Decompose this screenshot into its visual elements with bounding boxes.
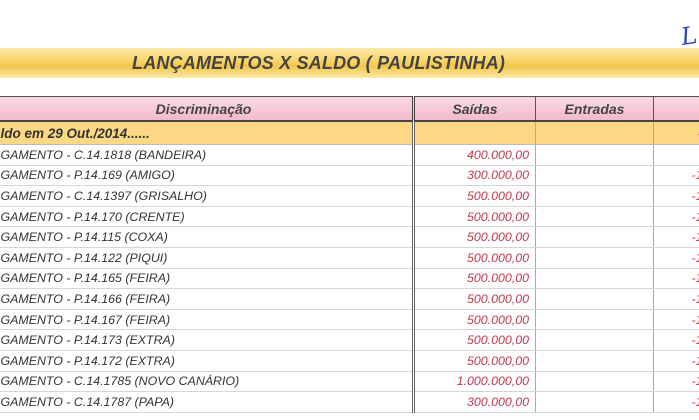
row-saidas: 1.000.000,00 <box>413 371 536 393</box>
row-extra: -1 <box>653 329 699 351</box>
table-row: GAMENTO - P.14.169 (AMIGO)300.000,00 -1 <box>0 165 699 187</box>
row-description: GAMENTO - C.14.1818 (BANDEIRA) <box>0 144 415 166</box>
row-extra: -1 <box>653 371 699 393</box>
row-saidas: 300.000,00 <box>413 165 536 187</box>
row-entradas <box>535 371 654 393</box>
table-row: GAMENTO - P.14.170 (CRENTE)500.000,00 -1 <box>0 206 699 228</box>
row-extra: -1 <box>653 268 699 290</box>
row-extra: -1 <box>653 288 699 310</box>
row-description: GAMENTO - P.14.169 (AMIGO) <box>0 165 415 187</box>
row-saidas: 500.000,00 <box>413 268 536 290</box>
row-saidas: 300.000,00 <box>413 391 536 413</box>
row-saidas: 500.000,00 <box>413 247 536 269</box>
row-extra: -1 <box>653 247 699 269</box>
table-header-row: Discriminação Saídas Entradas <box>0 96 699 122</box>
row-description: GAMENTO - C.14.1787 (PAPA) <box>0 391 415 413</box>
table-row: GAMENTO - P.14.165 (FEIRA)500.000,00 -1 <box>0 268 699 290</box>
row-entradas <box>535 268 654 290</box>
row-extra: -1 <box>653 309 699 331</box>
row-extra: -1 <box>653 206 699 228</box>
row-entradas <box>535 185 654 207</box>
row-description: GAMENTO - P.14.173 (EXTRA) <box>0 329 415 351</box>
handwritten-mark: L <box>679 21 699 51</box>
saldo-saidas <box>413 121 536 145</box>
row-saidas: 500.000,00 <box>413 350 536 372</box>
row-entradas <box>535 329 654 351</box>
page-title: LANÇAMENTOS X SALDO ( PAULISTINHA) <box>132 53 506 73</box>
row-entradas <box>535 226 654 248</box>
row-saidas: 400.000,00 <box>413 144 536 166</box>
saldo-label: ldo em 29 Out./2014...... <box>0 121 415 145</box>
row-description: GAMENTO - P.14.165 (FEIRA) <box>0 268 415 290</box>
row-entradas <box>535 247 654 269</box>
row-description: GAMENTO - P.14.172 (EXTRA) <box>0 350 415 372</box>
header-saidas: Saídas <box>413 96 536 122</box>
table-row: GAMENTO - C.14.1785 (NOVO CANÁRIO) 1.000.… <box>0 371 699 393</box>
table-row: GAMENTO - P.14.122 (PIQUI)500.000,00 -1 <box>0 247 699 269</box>
row-description: GAMENTO - P.14.122 (PIQUI) <box>0 247 415 269</box>
header-discriminacao: Discriminação <box>0 96 415 122</box>
row-entradas <box>535 165 654 187</box>
table-row: GAMENTO - P.14.173 (EXTRA)500.000,00 -1 <box>0 329 699 351</box>
row-saidas: 500.000,00 <box>413 185 536 207</box>
header-saldo <box>653 96 699 122</box>
row-description: GAMENTO - C.14.1785 (NOVO CANÁRIO) <box>0 371 415 393</box>
table-row: GAMENTO - P.14.115 (COXA)500.000,00 -1 <box>0 226 699 248</box>
row-saidas: 500.000,00 <box>413 329 536 351</box>
table-row: GAMENTO - C.14.1787 (PAPA)300.000,00 -1 <box>0 391 699 413</box>
row-entradas <box>535 350 654 372</box>
row-entradas <box>535 391 654 413</box>
table-row: GAMENTO - P.14.167 (FEIRA)500.000,00 -1 <box>0 309 699 331</box>
row-extra: -1 <box>653 165 699 187</box>
ledger-table: Discriminação Saídas Entradas ldo em 29 … <box>0 96 699 413</box>
row-entradas <box>535 309 654 331</box>
row-saidas: 500.000,00 <box>413 309 536 331</box>
row-saidas: 500.000,00 <box>413 206 536 228</box>
row-description: GAMENTO - P.14.167 (FEIRA) <box>0 309 415 331</box>
row-entradas <box>535 206 654 228</box>
row-extra: -1 <box>653 391 699 413</box>
table-row: GAMENTO - C.14.1818 (BANDEIRA) 400.000,00… <box>0 144 699 166</box>
row-entradas <box>535 288 654 310</box>
row-extra: -1 <box>653 350 699 372</box>
row-extra: -1 <box>653 226 699 248</box>
row-saidas: 500.000,00 <box>413 288 536 310</box>
row-entradas <box>535 144 654 166</box>
row-description: GAMENTO - P.14.166 (FEIRA) <box>0 288 415 310</box>
row-description: GAMENTO - P.14.170 (CRENTE) <box>0 206 415 228</box>
table-row: GAMENTO - P.14.166 (FEIRA)500.000,00 -1 <box>0 288 699 310</box>
table-row: GAMENTO - P.14.172 (EXTRA)500.000,00 -1 <box>0 350 699 372</box>
row-description: GAMENTO - C.14.1397 (GRISALHO) <box>0 185 415 207</box>
row-extra: - <box>653 144 699 166</box>
row-extra: -1 <box>653 185 699 207</box>
row-description: GAMENTO - P.14.115 (COXA) <box>0 226 415 248</box>
row-saidas: 500.000,00 <box>413 226 536 248</box>
table-row: GAMENTO - C.14.1397 (GRISALHO) 500.000,00… <box>0 185 699 207</box>
saldo-entradas <box>535 121 654 145</box>
saldo-extra: - <box>653 121 699 145</box>
saldo-row: ldo em 29 Out./2014...... - <box>0 121 699 145</box>
header-entradas: Entradas <box>535 96 654 122</box>
